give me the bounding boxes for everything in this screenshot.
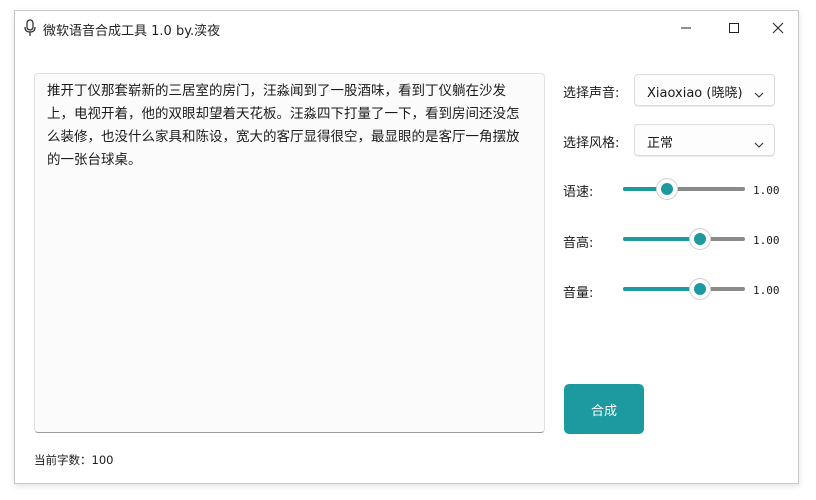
text-input-area[interactable]: 推开丁仪那套崭新的三居室的房门，汪淼闻到了一股酒味，看到丁仪躺在沙发上，电视开着…	[34, 73, 545, 433]
window-title: 微软语音合成工具 1.0 by.湙夜	[43, 24, 221, 39]
speed-value: 1.00	[753, 184, 780, 197]
synthesize-button[interactable]: 合成	[564, 384, 644, 434]
volume-value: 1.00	[753, 284, 780, 297]
speed-slider[interactable]	[623, 179, 745, 199]
close-button[interactable]	[755, 11, 801, 45]
pitch-label: 音高:	[563, 236, 594, 251]
style-label: 选择风格:	[563, 136, 620, 151]
pitch-slider[interactable]	[623, 229, 745, 249]
close-icon	[772, 19, 784, 38]
slider-thumb[interactable]	[657, 179, 677, 199]
speed-label: 语速:	[563, 185, 594, 200]
title-bar[interactable]: 微软语音合成工具 1.0 by.湙夜	[15, 11, 798, 45]
char-count: 当前字数：100	[34, 453, 114, 467]
app-window: 微软语音合成工具 1.0 by.湙夜 推开丁仪那套崭新的三居室的房门，汪淼闻到了…	[14, 10, 799, 484]
maximize-button[interactable]	[711, 11, 757, 45]
slider-fill	[623, 237, 700, 241]
slider-fill	[623, 287, 700, 291]
voice-select[interactable]: Xiaoxiao (晓晓)	[634, 74, 775, 106]
voice-label: 选择声音:	[563, 86, 620, 101]
style-select-value: 正常	[647, 136, 674, 151]
volume-label: 音量:	[563, 286, 594, 301]
chevron-down-icon	[754, 85, 764, 104]
style-select[interactable]: 正常	[634, 124, 775, 156]
voice-select-value: Xiaoxiao (晓晓)	[647, 86, 743, 101]
slider-thumb[interactable]	[690, 229, 710, 249]
maximize-icon	[728, 19, 740, 38]
minimize-button[interactable]	[663, 11, 709, 45]
volume-slider[interactable]	[623, 279, 745, 299]
slider-thumb[interactable]	[690, 279, 710, 299]
editor-text[interactable]: 推开丁仪那套崭新的三居室的房门，汪淼闻到了一股酒味，看到丁仪躺在沙发上，电视开着…	[35, 74, 544, 178]
minimize-icon	[680, 19, 692, 38]
pitch-value: 1.00	[753, 234, 780, 247]
microphone-icon	[23, 19, 37, 37]
chevron-down-icon	[754, 135, 764, 154]
